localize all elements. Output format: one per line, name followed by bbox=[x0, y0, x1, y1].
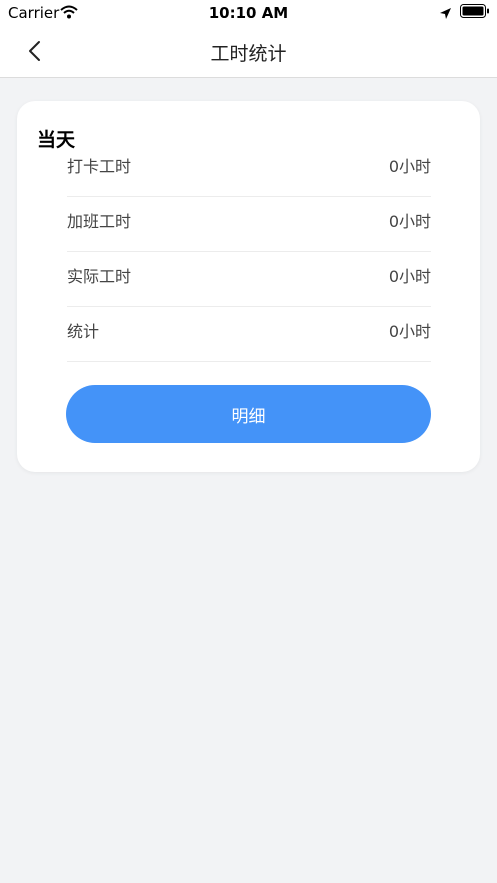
list-item-actual-hours: 实际工时 0小时 bbox=[67, 251, 431, 307]
details-button[interactable]: 明细 bbox=[66, 385, 431, 443]
location-arrow-icon bbox=[439, 6, 452, 24]
status-bar: Carrier 10:10 AM bbox=[0, 0, 497, 26]
nav-bar: 工时统计 bbox=[0, 26, 497, 78]
row-label: 统计 bbox=[67, 322, 100, 342]
row-label: 实际工时 bbox=[67, 267, 132, 287]
status-time: 10:10 AM bbox=[208, 4, 289, 22]
row-value: 0小时 bbox=[388, 157, 431, 177]
list-item-total: 统计 0小时 bbox=[67, 306, 431, 362]
row-label: 打卡工时 bbox=[67, 157, 132, 177]
list-item-overtime-hours: 加班工时 0小时 bbox=[67, 196, 431, 252]
row-value: 0小时 bbox=[388, 212, 431, 232]
list-item-clock-in-hours: 打卡工时 0小时 bbox=[67, 141, 431, 197]
battery-icon bbox=[460, 4, 490, 23]
today-summary-card: 当天 打卡工时 0小时 加班工时 0小时 实际工时 0小时 统计 0小时 明细 bbox=[17, 101, 480, 472]
row-value: 0小时 bbox=[388, 267, 431, 287]
row-value: 0小时 bbox=[388, 322, 431, 342]
page-title: 工时统计 bbox=[210, 43, 287, 65]
row-label: 加班工时 bbox=[67, 212, 132, 232]
